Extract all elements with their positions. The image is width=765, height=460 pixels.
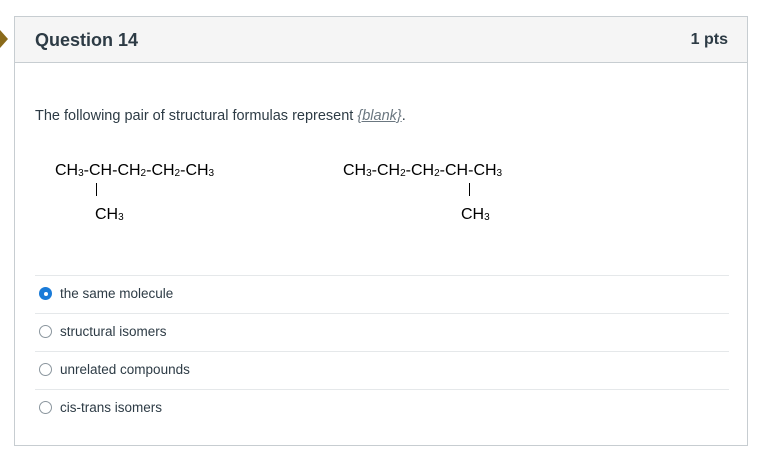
radio-button-selected[interactable] (39, 287, 52, 300)
answer-option[interactable]: cis-trans isomers (35, 389, 729, 427)
answer-option-label[interactable]: unrelated compounds (60, 362, 190, 377)
structural-formula-2: CH3-CH2-CH2-CH-CH3 CH3 (343, 162, 502, 223)
radio-button[interactable] (39, 325, 52, 338)
current-question-marker-icon (0, 30, 8, 48)
formula-1-bond-line (96, 183, 97, 196)
formula-subscript: 3 (484, 212, 490, 223)
formula-subscript: 3 (118, 212, 124, 223)
formula-subscript: 3 (208, 168, 215, 179)
formula-text: -CH (112, 162, 141, 179)
question-prompt: The following pair of structural formula… (35, 108, 406, 124)
question-card: Question 14 1 pts The following pair of … (14, 16, 748, 446)
formula-2-branch: CH3 (461, 206, 490, 224)
formula-text: CH (89, 162, 113, 179)
structural-formula-1: CH3-CH-CH2-CH2-CH3 CH3 (55, 162, 214, 223)
radio-button[interactable] (39, 363, 52, 376)
formula-text: CH (445, 162, 469, 179)
blank-placeholder: {blank} (357, 108, 402, 124)
answer-option[interactable]: the same molecule (35, 275, 729, 313)
formula-text: CH (343, 162, 367, 179)
formula-1-chain: CH3-CH-CH2-CH2-CH3 (55, 162, 214, 180)
answer-options: the same molecule structural isomers unr… (35, 275, 729, 427)
question-header: Question 14 1 pts (15, 17, 747, 63)
answer-option[interactable]: structural isomers (35, 313, 729, 351)
answer-option-label[interactable]: structural isomers (60, 324, 167, 339)
answer-option-label[interactable]: cis-trans isomers (60, 400, 162, 415)
radio-button[interactable] (39, 401, 52, 414)
formula-subscript: 3 (496, 168, 503, 179)
formula-text: -CH (468, 162, 497, 179)
formula-2-bond-line (469, 183, 470, 196)
formula-1-branch: CH3 (95, 206, 124, 224)
formula-text: -CH (146, 162, 175, 179)
answer-option[interactable]: unrelated compounds (35, 351, 729, 389)
question-title: Question 14 (35, 30, 139, 50)
answer-option-label[interactable]: the same molecule (60, 286, 173, 301)
formula-text: CH (461, 206, 485, 223)
formula-text: -CH (180, 162, 209, 179)
question-points: 1 pts (690, 31, 728, 48)
prompt-text: The following pair of structural formula… (35, 108, 358, 124)
formula-2-chain: CH3-CH2-CH2-CH-CH3 (343, 162, 502, 180)
formula-text: CH (95, 206, 119, 223)
prompt-end: . (401, 108, 406, 124)
formula-text: CH (55, 162, 79, 179)
formula-text: -CH (371, 162, 401, 179)
formula-text: -CH (405, 162, 435, 179)
